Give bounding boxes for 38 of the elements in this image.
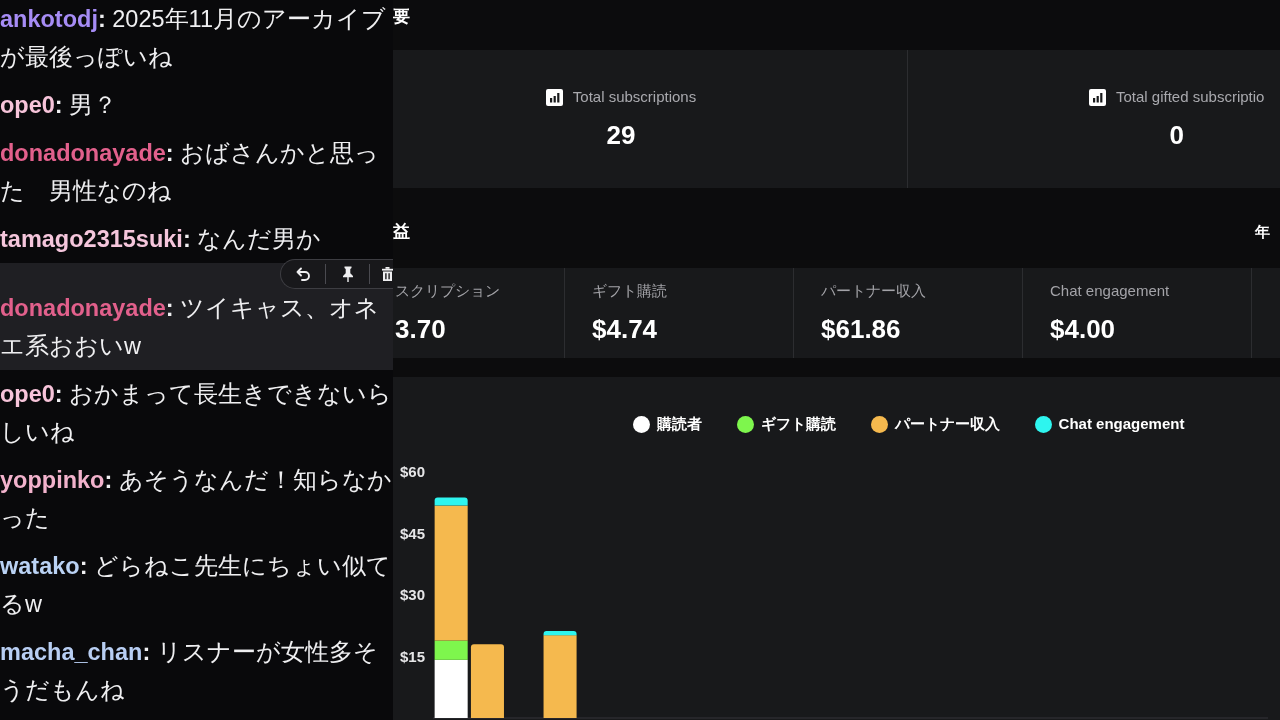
- legend-label: Chat engagement: [1058, 414, 1185, 434]
- legend-label: パートナー収入: [894, 414, 1000, 434]
- axis-tick-label: $60: [399, 463, 425, 480]
- metric-value: $4.00: [1050, 313, 1117, 345]
- stat-value: 0: [1169, 119, 1184, 151]
- bar-chart-icon: [1089, 88, 1106, 106]
- period-selector[interactable]: 年: [1255, 221, 1270, 243]
- section-heading: 益: [393, 221, 410, 243]
- chat-message: tamago2315suki: なんだ男か: [0, 225, 323, 254]
- stat-label: Total subscriptions: [572, 87, 697, 107]
- chat-message: macha_chan: リスナーが女性多そうだもんね: [0, 638, 379, 705]
- delete-button[interactable]: [381, 264, 393, 284]
- trash-icon: [381, 267, 393, 281]
- chat-message: watako: どらねこ先生にちょい似てるw: [0, 552, 393, 619]
- legend-label: ギフト購読: [760, 414, 836, 434]
- axis-tick-label: $15: [399, 647, 425, 665]
- bar-chart-icon: [545, 88, 563, 106]
- chat-message: ope0: おかまって長生きできないらしいね: [0, 380, 393, 447]
- axis-tick-label: $45: [399, 524, 425, 542]
- chat-message: donadonayade: おばさんかと思った 男性なのね: [0, 139, 381, 206]
- chat-message: yoppinko: あそうなんだ！知らなかった: [0, 466, 393, 533]
- pin-icon: [342, 266, 355, 282]
- curved-arrow-icon: [294, 266, 311, 282]
- chat-message: ope0: 男？: [0, 91, 119, 120]
- stat-label: Total gifted subscriptio: [1116, 87, 1265, 107]
- chat-message: ankotodj: 2025年11月のアーカイブが最後っぽいね: [0, 5, 387, 72]
- chat-message: donadonayade: ツイキャス、オネエ系おおいw: [0, 294, 381, 361]
- stat-value: 29: [606, 119, 636, 151]
- metric-label: スクリプション: [395, 282, 501, 300]
- legend-label: 購読者: [656, 414, 702, 434]
- metric-value: 3.70: [395, 313, 447, 345]
- metric-value: $61.86: [821, 313, 902, 345]
- metric-label: パートナー収入: [821, 282, 927, 300]
- axis-tick-label: $30: [399, 586, 425, 603]
- metric-value: $4.74: [592, 313, 659, 345]
- section-heading: 要: [393, 7, 410, 26]
- metric-label: ギフト購読: [592, 282, 668, 300]
- metric-label: Chat engagement: [1050, 282, 1171, 300]
